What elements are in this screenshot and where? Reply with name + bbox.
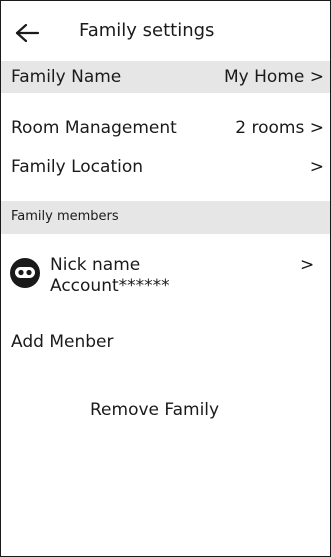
room-management-label: Room Management bbox=[11, 118, 177, 138]
family-location-value: > bbox=[309, 157, 324, 177]
family-name-value: My Home > bbox=[224, 67, 324, 87]
family-members-heading: Family members bbox=[11, 209, 119, 224]
member-nickname: Nick name bbox=[50, 255, 141, 275]
page-title: Family settings bbox=[79, 20, 215, 41]
member-account: Account****** bbox=[50, 276, 170, 296]
robot-face-avatar-icon bbox=[10, 258, 40, 288]
add-member-button[interactable]: Add Menber bbox=[11, 332, 113, 352]
family-location-row[interactable]: Family Location > bbox=[1, 151, 330, 185]
header-bar: Family settings bbox=[1, 1, 330, 59]
family-name-row[interactable]: Family Name My Home > bbox=[1, 61, 330, 93]
member-list-item[interactable]: Nick name Account****** > bbox=[1, 249, 330, 297]
family-name-label: Family Name bbox=[11, 67, 122, 87]
room-management-row[interactable]: Room Management 2 rooms > bbox=[1, 111, 330, 145]
family-location-label: Family Location bbox=[11, 157, 144, 177]
arrow-left-icon[interactable] bbox=[14, 21, 40, 45]
family-members-section-header: Family members bbox=[1, 201, 330, 234]
remove-family-button[interactable]: Remove Family bbox=[90, 400, 219, 420]
family-settings-screen: Family settings Family Name My Home > Ro… bbox=[0, 0, 331, 557]
member-chevron-icon: > bbox=[300, 255, 315, 275]
room-management-value: 2 rooms > bbox=[235, 118, 324, 138]
